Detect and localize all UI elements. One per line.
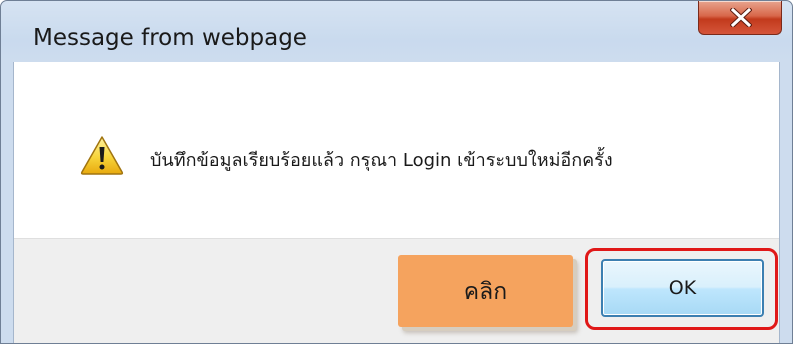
close-button[interactable] [698,1,782,35]
title-bar[interactable]: Message from webpage [1,1,792,63]
close-icon [730,8,752,27]
click-annotation-tag: คลิก [398,255,573,327]
button-bar: คลิก OK [14,238,779,343]
dialog-title: Message from webpage [33,25,307,51]
warning-icon [80,136,124,175]
ok-button[interactable]: OK [601,259,764,317]
dialog-content: บันทึกข้อมูลเรียบร้อยแล้ว กรุณา Login เข… [13,62,780,343]
message-area: บันทึกข้อมูลเรียบร้อยแล้ว กรุณา Login เข… [14,62,779,238]
ok-button-label: OK [668,277,697,299]
message-text: บันทึกข้อมูลเรียบร้อยแล้ว กรุณา Login เข… [150,150,613,171]
click-annotation-label: คลิก [463,279,508,305]
message-dialog: Message from webpage บันทึกข้อมูลเรียบร้… [0,0,793,344]
